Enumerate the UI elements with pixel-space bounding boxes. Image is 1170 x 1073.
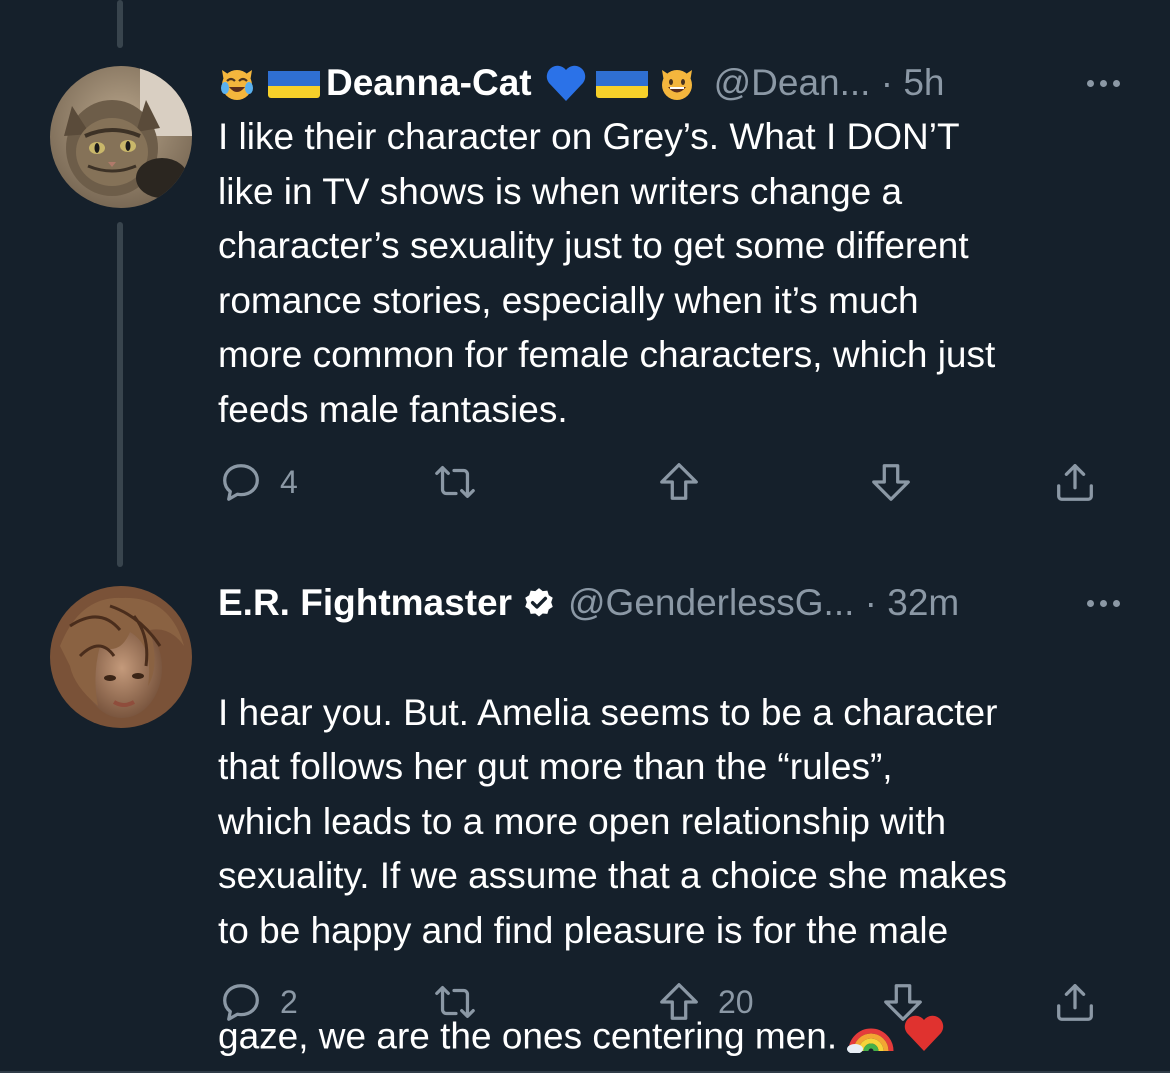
blue-heart-icon [544, 63, 588, 103]
timestamp[interactable]: 32m [887, 582, 959, 623]
display-name[interactable]: E.R. Fightmaster [218, 582, 512, 624]
display-name[interactable]: Deanna-Cat [326, 62, 532, 104]
more-options-icon[interactable] [1077, 72, 1120, 95]
arrow-up-icon [660, 983, 698, 1020]
tweet-header: Deanna-Cat @Dean... · 5h [218, 56, 1120, 110]
retweet-button[interactable] [432, 454, 478, 510]
reply-button[interactable]: 2 [218, 974, 298, 1030]
arrow-down-icon [884, 984, 922, 1021]
reply-count: 4 [280, 463, 298, 500]
ukraine-flag-icon [595, 68, 648, 98]
tweet-header: E.R. Fightmaster @GenderlessG... · 32m [218, 576, 1120, 630]
cat-tears-of-joy-icon [218, 64, 256, 102]
more-options-icon[interactable] [1077, 592, 1120, 615]
smiling-cat-icon [658, 64, 696, 102]
tweet-actions: 4 [218, 454, 1118, 510]
handle[interactable]: @Dean... [714, 62, 871, 103]
separator: · [854, 582, 888, 623]
avatar[interactable] [50, 66, 192, 208]
retweet-button[interactable] [432, 974, 478, 1030]
ukraine-flag-icon [268, 68, 320, 98]
share-icon [1057, 984, 1093, 1021]
arrow-down-icon [872, 464, 910, 501]
share-icon [1057, 464, 1093, 501]
upvote-button[interactable] [656, 454, 702, 510]
share-button[interactable] [1052, 974, 1098, 1030]
reply-button[interactable]: 4 [218, 454, 298, 510]
upvote-button[interactable]: 20 [656, 974, 754, 1030]
downvote-button[interactable] [868, 454, 914, 510]
share-button[interactable] [1052, 454, 1098, 510]
handle-and-time[interactable]: @GenderlessG... · 32m [568, 582, 959, 624]
upvote-count: 20 [718, 983, 754, 1020]
retweet-icon [435, 985, 475, 1019]
tweet-actions: 2 20 [218, 974, 1118, 1030]
downvote-button[interactable] [880, 974, 926, 1030]
tweet-2[interactable]: E.R. Fightmaster @GenderlessG... · 32m I… [0, 540, 1170, 1073]
separator: · [870, 62, 904, 103]
reply-icon [223, 984, 259, 1021]
timestamp[interactable]: 5h [903, 62, 944, 103]
reply-count: 2 [280, 983, 298, 1020]
tweet-text: I like their character on Grey’s. What I… [218, 116, 996, 430]
retweet-icon [435, 465, 475, 499]
tweet-1[interactable]: Deanna-Cat @Dean... · 5h I like their ch… [0, 0, 1170, 540]
avatar[interactable] [50, 586, 192, 728]
handle[interactable]: @GenderlessG... [568, 582, 854, 623]
arrow-up-icon [660, 463, 698, 500]
reply-icon [223, 464, 259, 501]
handle-and-time[interactable]: @Dean... · 5h [714, 62, 945, 104]
cat-avatar-image [50, 66, 192, 208]
person-avatar-image [50, 586, 192, 728]
verified-badge-icon [522, 586, 556, 620]
